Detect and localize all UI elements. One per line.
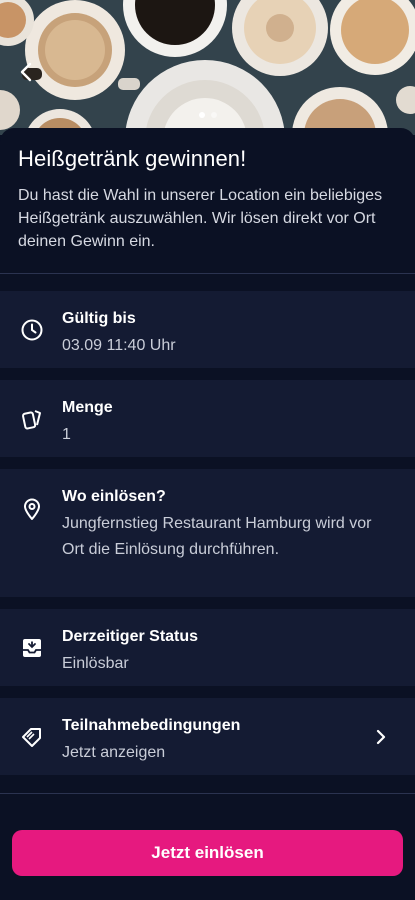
detail-status: Derzeitiger Status Einlösbar xyxy=(0,609,415,686)
terms-row[interactable]: Teilnahmebedingungen Jetzt anzeigen xyxy=(0,698,415,775)
carousel-dot[interactable] xyxy=(198,112,205,118)
carousel-dot[interactable] xyxy=(210,112,217,118)
hero-image xyxy=(0,0,415,135)
detail-value: Einlösbar xyxy=(62,655,129,672)
detail-label: Wo einlösen? xyxy=(62,488,166,505)
redeem-now-button[interactable]: Jetzt einlösen xyxy=(12,830,403,876)
detail-label: Teilnahmebedingungen xyxy=(62,717,241,734)
clock-icon xyxy=(20,318,44,342)
detail-value: 03.09 11:40 Uhr xyxy=(62,337,176,354)
carousel-dots xyxy=(0,112,415,118)
detail-valid-until: Gültig bis 03.09 11:40 Uhr xyxy=(0,291,415,368)
offer-title: Heißgetränk gewinnen! xyxy=(18,146,247,171)
cards-icon xyxy=(20,407,44,431)
detail-quantity: Menge 1 xyxy=(0,380,415,457)
detail-value: Jungfernstieg Restaurant Hamburg wird vo… xyxy=(62,515,372,558)
divider xyxy=(0,793,415,794)
location-pin-icon xyxy=(20,497,44,521)
detail-redeem-location: Wo einlösen? Jungfernstieg Restaurant Ha… xyxy=(0,469,415,597)
detail-value: 1 xyxy=(62,426,71,443)
offer-detail-sheet: Heißgetränk gewinnen! Du hast die Wahl i… xyxy=(0,128,415,900)
detail-label: Derzeitiger Status xyxy=(62,628,199,645)
ticket-icon xyxy=(20,725,44,749)
back-button[interactable] xyxy=(12,58,40,86)
divider xyxy=(0,273,415,274)
detail-label: Menge xyxy=(62,399,113,416)
chevron-right-icon xyxy=(373,729,389,745)
detail-label: Gültig bis xyxy=(62,310,136,327)
chevron-left-icon xyxy=(20,62,32,82)
detail-value: Jetzt anzeigen xyxy=(62,744,166,761)
inbox-icon xyxy=(20,636,44,660)
offer-description: Du hast die Wahl in unserer Location ein… xyxy=(18,187,383,250)
